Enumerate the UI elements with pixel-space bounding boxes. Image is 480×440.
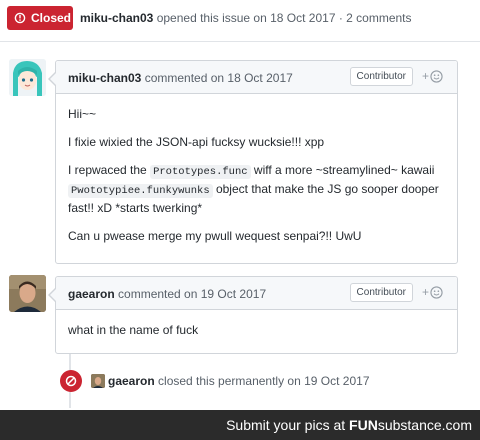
avatar-gaearon[interactable]: [9, 275, 46, 312]
comment-paragraph: what in the name of fuck: [68, 323, 199, 337]
inline-code: Prototypes.func: [150, 165, 251, 179]
comment-meta: gaearon commented on 19 Oct 2017: [68, 287, 266, 301]
closed-event-badge: [60, 370, 82, 392]
comment-box: miku-chan03 commented on 18 Oct 2017 Con…: [48, 60, 458, 264]
event-actor-link[interactable]: gaearon: [108, 374, 155, 388]
issue-meta-text: opened this issue on 18 Oct 2017 · 2 com…: [156, 11, 412, 25]
comment-author-link[interactable]: miku-chan03: [68, 71, 141, 85]
issue-state-label: Closed: [31, 11, 72, 25]
add-reaction-button[interactable]: +: [422, 69, 443, 83]
plus-icon: +: [421, 285, 429, 299]
comment-meta: miku-chan03 commented on 18 Oct 2017: [68, 71, 293, 85]
author-role-badge: Contributor: [349, 283, 413, 302]
comment-box: gaearon commented on 19 Oct 2017 Contrib…: [48, 276, 458, 354]
comment-body: what in the name of fuck: [56, 310, 457, 339]
issue-state-badge: Closed: [7, 6, 73, 30]
comment-paragraph: I repwaced the Prototypes.func wiff a mo…: [68, 162, 445, 217]
text-run: I repwaced the: [68, 163, 151, 177]
text-run: wiff a more ~streamylined~ kawaii: [250, 163, 435, 177]
add-reaction-button[interactable]: +: [422, 285, 443, 299]
comment-paragraph: I fixie wixied the JSON-api fucksy wucks…: [68, 135, 325, 149]
header-divider: [0, 41, 480, 42]
plus-icon: +: [421, 69, 429, 83]
event-action: closed this permanently on 19 Oct 2017: [158, 374, 370, 388]
add-reaction-icon: [430, 69, 443, 83]
comment-timestamp[interactable]: commented on 19 Oct 2017: [118, 287, 266, 301]
issue-author-link[interactable]: miku-chan03: [80, 11, 153, 25]
comment-paragraph: Hii~~: [68, 107, 97, 121]
issue-header: Closed miku-chan03 opened this issue on …: [0, 0, 480, 38]
comment-timestamp[interactable]: commented on 18 Oct 2017: [145, 71, 293, 85]
comment-header: gaearon commented on 19 Oct 2017 Contrib…: [56, 277, 457, 310]
comment-body: Hii~~ I fixie wixied the JSON-api fucksy…: [56, 94, 457, 245]
watermark-banner: Submit your pics at FUNsubstance.com: [0, 410, 480, 440]
issue-closed-icon: [14, 12, 26, 24]
author-role-badge: Contributor: [349, 67, 413, 86]
avatar-miku-chan03[interactable]: [9, 59, 46, 96]
issue-meta: miku-chan03 opened this issue on 18 Oct …: [80, 11, 412, 25]
footer-brand: FUNsubstance.com: [349, 417, 472, 433]
actor-avatar[interactable]: [91, 374, 105, 388]
inline-code: Pwototypiee.funkywunks: [68, 184, 213, 198]
footer-brand-rest: substance.com: [377, 417, 472, 433]
comment-author-link[interactable]: gaearon: [68, 287, 115, 301]
closed-event: gaearon closed this permanently on 19 Oc…: [60, 370, 480, 392]
footer-text: Submit your pics at: [226, 417, 346, 433]
event-text: gaearon closed this permanently on 19 Oc…: [108, 374, 370, 388]
circle-slash-icon: [65, 375, 77, 387]
comment-header: miku-chan03 commented on 18 Oct 2017 Con…: [56, 61, 457, 94]
add-reaction-icon: [430, 285, 443, 299]
footer-brand-bold: FUN: [349, 417, 378, 433]
comment-paragraph: Can u pwease merge my pwull wequest senp…: [68, 229, 362, 243]
